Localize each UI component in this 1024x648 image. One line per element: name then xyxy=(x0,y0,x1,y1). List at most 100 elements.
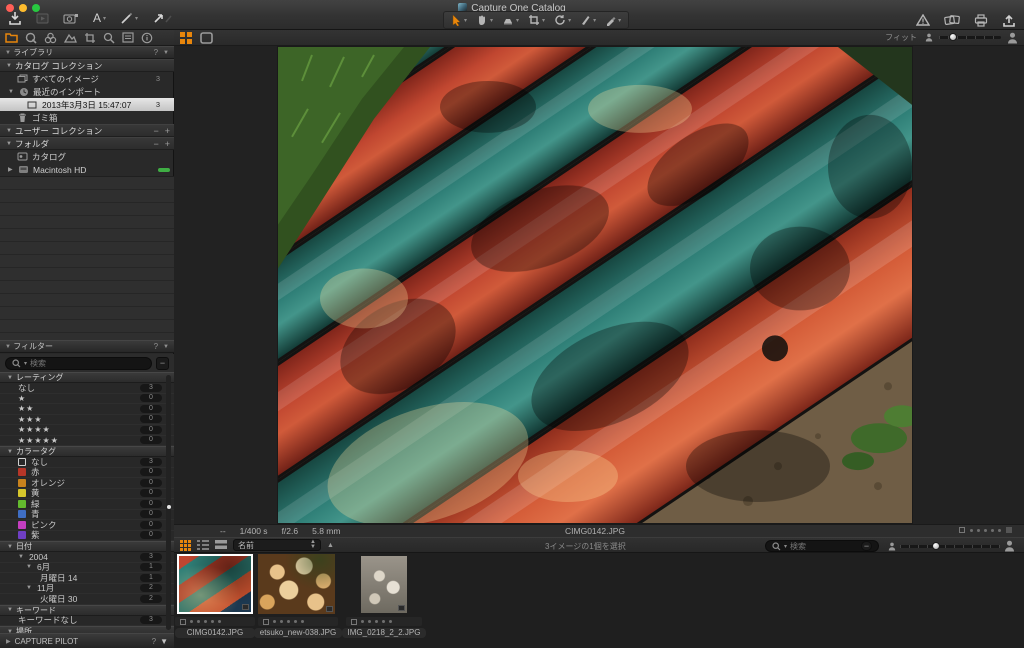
draw-pen-icon[interactable]: ▾ xyxy=(120,9,138,27)
user-collections-group[interactable]: ▼ ユーザー コレクション − + xyxy=(0,124,174,137)
library-help-button[interactable]: ? xyxy=(154,48,158,57)
disclosure-icon[interactable]: ▼ xyxy=(6,141,15,147)
search-input[interactable]: ▾ 検索 xyxy=(5,357,152,370)
filter-rating-3[interactable]: ★★★0 xyxy=(0,415,174,426)
disclosure-icon[interactable]: ▼ xyxy=(6,63,15,69)
place-group-header[interactable]: ▼場所 xyxy=(0,626,174,633)
filter-keyword-none[interactable]: キーワードなし3 xyxy=(0,616,174,627)
colortag-square-icon[interactable] xyxy=(180,619,186,625)
thumb-rating-strip[interactable] xyxy=(258,617,338,626)
export-icon[interactable] xyxy=(1002,11,1016,29)
colortag-square-icon[interactable] xyxy=(351,619,357,625)
rotate-icon[interactable]: ▾ xyxy=(554,11,571,29)
slideshow-icon[interactable] xyxy=(36,9,49,27)
add-collection-button[interactable]: + xyxy=(165,126,170,136)
list-view-icon[interactable] xyxy=(197,540,209,550)
tab-color-icon[interactable] xyxy=(44,32,57,44)
date-group-header[interactable]: ▼日付 xyxy=(0,541,174,552)
macintosh-hd-row[interactable]: ▶ Macintosh HD xyxy=(0,163,174,176)
color-picker-icon[interactable]: ▾ xyxy=(605,11,621,29)
filters-menu-button[interactable]: ▼ xyxy=(163,344,169,350)
thumbnail-size-knob[interactable] xyxy=(932,542,940,550)
loupe-icon[interactable]: ▾ xyxy=(502,11,519,29)
tab-library-icon[interactable] xyxy=(5,32,18,43)
disclosure-icon[interactable]: ▼ xyxy=(6,128,15,134)
zoom-out-person-icon[interactable] xyxy=(925,33,933,42)
thumb-larger-person-icon[interactable] xyxy=(1004,540,1015,552)
thumbnail-img0218[interactable] xyxy=(361,556,407,613)
rating-dots[interactable] xyxy=(273,620,304,623)
filters-panel-header[interactable]: ▼ フィルター ? ▼ xyxy=(0,340,174,353)
grid-view-icon[interactable] xyxy=(180,540,191,551)
print-icon[interactable] xyxy=(974,11,988,29)
sort-direction-toggle[interactable]: ▲ xyxy=(327,542,334,549)
filter-rating-none[interactable]: なし3 xyxy=(0,383,174,394)
annotate-text-icon[interactable]: A▾ xyxy=(93,9,106,27)
tag-icon[interactable] xyxy=(1006,527,1012,533)
multi-view-icon[interactable] xyxy=(180,32,192,44)
thumb-rating-strip[interactable] xyxy=(346,617,422,626)
rating-dots[interactable] xyxy=(361,620,392,623)
tab-metadata-icon[interactable] xyxy=(122,32,134,43)
colortag-square-icon[interactable] xyxy=(959,527,965,533)
sketch-pen-icon[interactable]: ▾ xyxy=(580,11,596,29)
filter-rating-5[interactable]: ★★★★★0 xyxy=(0,436,174,447)
import-session-row-selected[interactable]: 2013年3月3日 15:47:07 3 xyxy=(0,98,174,111)
thumbnail-size-slider[interactable] xyxy=(900,545,1000,548)
remove-folder-button[interactable]: − xyxy=(153,139,158,149)
zoom-in-person-icon[interactable] xyxy=(1007,32,1018,44)
proof-images-icon[interactable] xyxy=(944,11,960,29)
viewer-zoom-knob[interactable] xyxy=(949,33,957,41)
capture-pilot-help-button[interactable]: ? xyxy=(152,637,156,646)
select-cursor-icon[interactable]: ▾ xyxy=(451,11,467,29)
filters-help-button[interactable]: ? xyxy=(154,342,158,351)
tab-exposure-icon[interactable] xyxy=(64,32,77,43)
browser-search-input[interactable]: ▾ 検索 − xyxy=(765,540,879,552)
thumb-rating-strip[interactable] xyxy=(175,617,255,626)
add-folder-button[interactable]: + xyxy=(165,139,170,149)
thumb-smaller-person-icon[interactable] xyxy=(888,542,896,551)
filmstrip-view-icon[interactable] xyxy=(215,540,227,550)
tab-crop-icon[interactable] xyxy=(84,32,96,44)
filter-rating-2[interactable]: ★★0 xyxy=(0,404,174,415)
folders-group[interactable]: ▼ フォルダ − + xyxy=(0,137,174,150)
colortag-square-icon[interactable] xyxy=(263,619,269,625)
filter-scrollbar[interactable] xyxy=(166,375,171,630)
import-icon[interactable] xyxy=(8,9,22,27)
search-scope-caret[interactable]: ▾ xyxy=(24,360,27,367)
all-images-row[interactable]: すべてのイメージ 3 xyxy=(0,72,174,85)
catalog-collections-group[interactable]: ▼ カタログ コレクション xyxy=(0,59,174,72)
sort-by-select[interactable]: 名前 ▲▼ xyxy=(233,539,321,551)
filter-rating-1[interactable]: ★0 xyxy=(0,394,174,405)
filter-rating-4[interactable]: ★★★★0 xyxy=(0,425,174,436)
pan-hand-icon[interactable]: ▾ xyxy=(476,11,493,29)
collapse-filters-button[interactable]: − xyxy=(156,357,169,370)
zoom-fit-label[interactable]: フィット xyxy=(885,32,917,43)
tethered-capture-icon[interactable] xyxy=(63,9,79,27)
capture-pilot-menu-button[interactable]: ▼ xyxy=(160,637,168,646)
trash-row[interactable]: ゴミ箱 xyxy=(0,111,174,124)
recent-imports-row[interactable]: ▼ 最近のインポート xyxy=(0,85,174,98)
search-scope-caret[interactable]: ▾ xyxy=(784,543,787,550)
library-panel-header[interactable]: ▼ ライブラリ ? ▼ xyxy=(0,46,174,59)
crop-icon[interactable]: ▾ xyxy=(528,11,545,29)
share-arrow-icon[interactable] xyxy=(152,9,174,27)
capture-pilot-bar[interactable]: ▶ CAPTURE PILOT ? ▼ xyxy=(0,633,174,648)
tab-details-icon[interactable] xyxy=(103,32,115,44)
filter-color-purple[interactable]: 紫0 xyxy=(0,531,174,542)
thumbnail-kayaks[interactable] xyxy=(177,554,253,614)
rating-dots[interactable] xyxy=(190,620,221,623)
single-view-icon[interactable] xyxy=(200,32,213,44)
viewer-zoom-slider[interactable] xyxy=(939,36,1001,39)
disclosure-icon[interactable]: ▶ xyxy=(8,166,17,173)
warning-icon[interactable] xyxy=(916,11,930,29)
photo-kayaks[interactable] xyxy=(278,47,912,523)
scroll-thumb[interactable] xyxy=(167,505,171,509)
tab-info-icon[interactable] xyxy=(141,32,153,44)
tab-quick-icon[interactable] xyxy=(25,32,37,44)
viewer-rating-controls[interactable] xyxy=(959,527,1012,533)
clear-search-button[interactable]: − xyxy=(861,541,872,551)
thumbnail-etsuko[interactable] xyxy=(258,554,335,614)
viewer-canvas[interactable] xyxy=(174,46,1024,524)
disclosure-icon[interactable]: ▼ xyxy=(8,89,17,95)
